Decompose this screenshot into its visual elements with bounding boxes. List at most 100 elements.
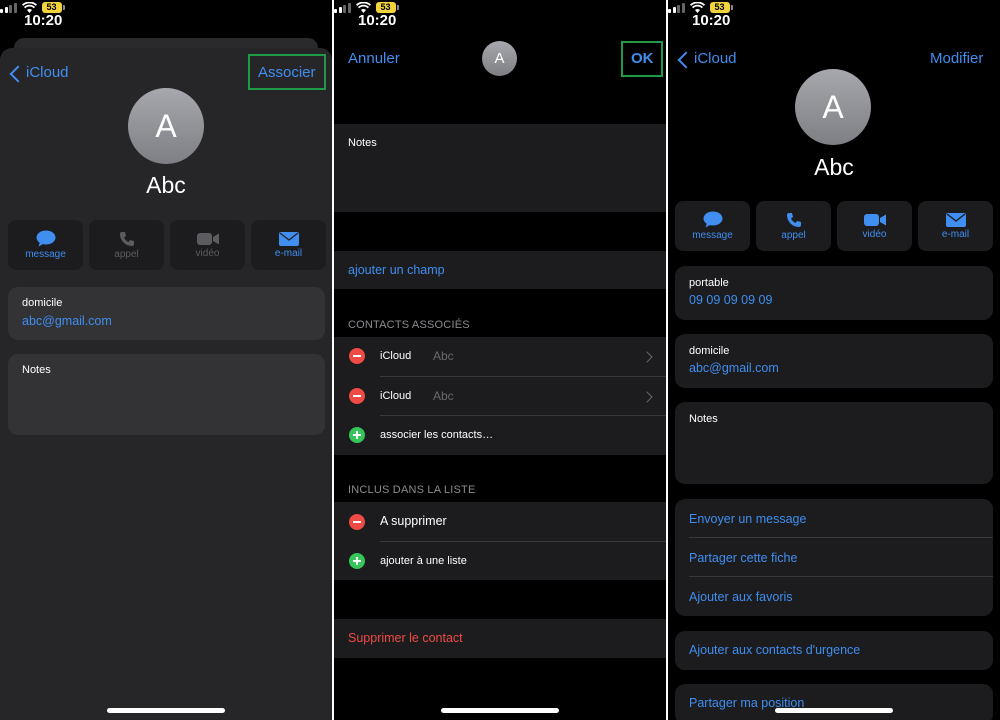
message-button[interactable]: message xyxy=(8,220,83,270)
quick-actions: message appel vidéo e-mail xyxy=(675,201,995,251)
video-icon xyxy=(863,213,886,226)
notes-card[interactable]: Notes xyxy=(675,402,993,484)
contact-name: Abc xyxy=(814,154,854,180)
send-message-link[interactable]: Envoyer un message xyxy=(689,512,806,526)
remove-list-icon[interactable] xyxy=(349,514,365,530)
message-icon xyxy=(703,211,722,228)
email-type-label: domicile xyxy=(689,345,730,357)
notes-label: Notes xyxy=(689,413,718,425)
divider xyxy=(380,415,666,416)
wifi-icon xyxy=(355,1,371,13)
call-label: appel xyxy=(114,248,139,260)
status-time: 10:20 xyxy=(692,12,731,29)
linked-contacts-group: iCloud Abc iCloud Abc associer les conta… xyxy=(334,337,666,455)
emergency-card[interactable]: Ajouter aux contacts d'urgence xyxy=(675,631,993,670)
divider xyxy=(689,537,993,538)
edit-button[interactable]: Modifier xyxy=(930,50,983,67)
back-chevron-icon[interactable] xyxy=(9,65,27,83)
list-item: A supprimer xyxy=(380,514,447,528)
notes-field[interactable]: Notes xyxy=(334,124,666,212)
home-indicator xyxy=(107,708,225,713)
highlight-box xyxy=(248,54,326,90)
status-icons: 53 xyxy=(668,0,1000,14)
home-indicator xyxy=(775,708,893,713)
phone-icon xyxy=(786,212,801,227)
video-label: vidéo xyxy=(195,247,220,259)
avatar-small[interactable]: A xyxy=(482,41,517,76)
divider xyxy=(689,576,993,577)
linked-contacts-header: CONTACTS ASSOCIÉS xyxy=(348,319,470,331)
email-value[interactable]: abc@gmail.com xyxy=(689,361,779,375)
phone-card[interactable]: portable 09 09 09 09 09 xyxy=(675,266,993,320)
signal-icon xyxy=(0,2,17,13)
remove-linked-icon[interactable] xyxy=(349,348,365,364)
notes-label: Notes xyxy=(22,364,51,376)
share-location-card[interactable]: Partager ma position xyxy=(675,684,993,720)
add-field-row[interactable]: ajouter un champ xyxy=(334,251,666,289)
back-button[interactable]: iCloud xyxy=(694,50,737,67)
contact-sheet: iCloud Associer A Abc message appel vidé… xyxy=(0,48,332,720)
video-button[interactable]: vidéo xyxy=(837,201,912,251)
email-label: e-mail xyxy=(274,247,303,259)
delete-contact-row[interactable]: Supprimer le contact xyxy=(334,619,666,658)
battery-icon: 53 xyxy=(709,1,733,13)
phone-icon xyxy=(119,231,134,246)
message-label: message xyxy=(692,230,733,241)
screen-contact-edit: 10:20 53 Annuler A OK Notes ajouter un c… xyxy=(334,0,666,720)
email-card[interactable]: domicile abc@gmail.com xyxy=(8,287,325,340)
back-chevron-icon[interactable] xyxy=(677,51,695,69)
linked-name: Abc xyxy=(433,389,454,403)
share-card-link[interactable]: Partager cette fiche xyxy=(689,551,797,565)
call-button[interactable]: appel xyxy=(756,201,831,251)
linked-source: iCloud xyxy=(380,350,412,362)
email-label: e-mail xyxy=(941,228,970,240)
add-emergency-link[interactable]: Ajouter aux contacts d'urgence xyxy=(689,643,860,657)
battery-icon: 53 xyxy=(41,1,65,13)
battery-icon: 53 xyxy=(375,1,399,13)
signal-icon xyxy=(668,2,685,13)
delete-contact-button[interactable]: Supprimer le contact xyxy=(348,631,463,645)
mail-icon xyxy=(945,212,966,227)
highlight-box xyxy=(621,41,663,77)
add-icon[interactable] xyxy=(349,553,365,569)
chevron-right-icon[interactable] xyxy=(641,391,653,403)
avatar: A xyxy=(795,69,871,145)
lists-header: INCLUS DANS LA LISTE xyxy=(348,484,476,496)
call-label: appel xyxy=(781,229,806,241)
status-icons: 53 xyxy=(334,0,666,14)
message-button[interactable]: message xyxy=(675,201,750,251)
status-time: 10:20 xyxy=(24,12,63,29)
divider xyxy=(380,541,666,542)
status-time: 10:20 xyxy=(358,12,397,29)
chevron-right-icon[interactable] xyxy=(641,351,653,363)
email-card[interactable]: domicile abc@gmail.com xyxy=(675,334,993,388)
phone-type-label: portable xyxy=(689,277,729,289)
wifi-icon xyxy=(689,1,705,13)
add-icon[interactable] xyxy=(349,427,365,443)
contact-name: Abc xyxy=(146,172,186,198)
message-icon xyxy=(36,230,55,247)
add-field-button[interactable]: ajouter un champ xyxy=(348,263,445,277)
call-button[interactable]: appel xyxy=(89,220,164,270)
avatar: A xyxy=(128,88,204,164)
notes-card[interactable]: Notes xyxy=(8,354,325,435)
cancel-button[interactable]: Annuler xyxy=(348,50,400,67)
back-button[interactable]: iCloud xyxy=(26,64,69,81)
add-favorites-link[interactable]: Ajouter aux favoris xyxy=(689,590,793,604)
email-button[interactable]: e-mail xyxy=(251,220,326,270)
screen-contact-view: 10:20 53 iCloud Modifier A Abc message a… xyxy=(668,0,1000,720)
email-value[interactable]: abc@gmail.com xyxy=(22,314,112,328)
wifi-icon xyxy=(21,1,37,13)
linked-source: iCloud xyxy=(380,390,412,402)
screen-contact-view-associate: 10:20 53 iCloud Associer A Abc message a… xyxy=(0,0,332,720)
email-type-label: domicile xyxy=(22,297,63,309)
remove-linked-icon[interactable] xyxy=(349,388,365,404)
video-button[interactable]: vidéo xyxy=(170,220,245,270)
email-button[interactable]: e-mail xyxy=(918,201,993,251)
lists-group: A supprimer ajouter à une liste xyxy=(334,502,666,580)
add-to-list-button[interactable]: ajouter à une liste xyxy=(380,555,467,567)
link-contacts-button[interactable]: associer les contacts… xyxy=(380,429,493,441)
notes-label: Notes xyxy=(348,137,377,149)
signal-icon xyxy=(334,2,351,13)
phone-value[interactable]: 09 09 09 09 09 xyxy=(689,293,772,307)
